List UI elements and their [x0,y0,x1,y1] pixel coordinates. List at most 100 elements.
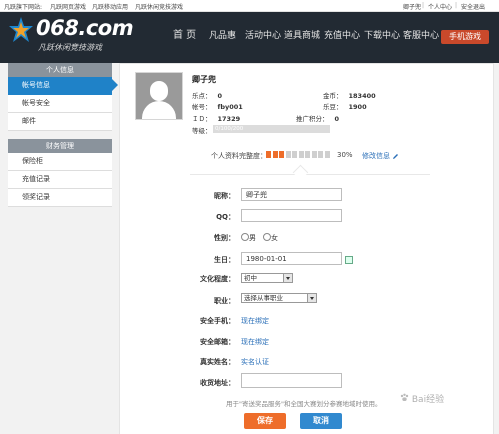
save-button[interactable]: 保存 [244,413,286,429]
logo-star-icon [9,17,33,42]
top-separator: | [422,2,425,9]
id-value: 17329 [217,115,241,123]
promo-info: 推广积分： 0 [296,113,339,123]
sidebar-section-personal: 个人信息 [8,63,112,77]
mobile-games-button[interactable]: 手机游戏 [441,30,489,44]
sidebar-section-finance: 财务管理 [8,139,112,153]
pencil-icon [393,153,399,159]
qq-label: QQ： [216,213,235,221]
nav-item-mall[interactable]: 道具商城 [284,25,320,47]
cancel-button[interactable]: 取消 [300,413,342,429]
completion-block [298,151,304,158]
profile-username: 卿子兜 [192,75,216,84]
gender-female-label: 女 [271,234,278,242]
chevron-down-icon [283,274,292,282]
gold-label: 金币： [323,92,343,100]
paw-icon [400,393,409,401]
sidebar: 个人信息 帐号信息 帐号安全 邮件 财务管理 保险柜 充值记录 领奖记录 [8,63,118,433]
email-label: 安全邮箱： [200,338,235,346]
gender-label: 性别： [214,234,235,242]
address-label: 收货地址： [200,379,235,387]
gender-female-radio[interactable] [263,233,271,241]
education-label: 文化程度： [200,275,235,283]
lepoint-value: 0 [217,92,223,100]
completion-block [311,151,317,158]
bind-email-link[interactable]: 现在绑定 [241,337,269,347]
top-link-user[interactable]: 卿子兜 [403,2,421,11]
account-info: 帐号： fby001 [192,101,243,111]
ledou-value: 1900 [348,103,367,111]
nickname-input[interactable]: 卿子兜 [241,188,342,201]
logo-text: 068.com [36,16,134,40]
completion-block [324,151,330,158]
address-note: 用于"寄送奖品服务"和全国大赛划分参赛地域时使用。 [226,400,382,408]
job-label: 职业： [214,297,235,305]
bind-phone-link[interactable]: 现在绑定 [241,316,269,326]
completion-block [266,151,271,158]
nav-fanpinhui[interactable]: 凡品惠 [209,25,236,47]
level-value: 0/100/200 [215,126,244,132]
watermark-text: Bai经验 [411,395,445,405]
nav-download[interactable]: 下载中心 [364,25,400,47]
ledou-label: 乐豆： [323,103,343,111]
top-link-webgame[interactable]: 凡跃网页游戏 [50,2,86,11]
top-links-bar: 凡跃旗下网站: 凡跃网页游戏 凡跃移动应用 凡跃休闲竞技游戏 卿子兜 | 个人中… [0,0,499,12]
avatar-head [150,81,168,101]
section-divider [190,174,430,175]
completion-block [272,151,278,158]
education-value: 初中 [244,274,257,282]
completion-percent: 30% [337,151,353,159]
top-link-mobile[interactable]: 凡跃移动应用 [92,2,128,11]
watermark-logo: Bai经验 [400,392,444,405]
lepoint-label: 乐点： [192,92,212,100]
sidebar-item-recharge-records[interactable]: 充值记录 [8,171,112,189]
calendar-icon[interactable] [345,256,353,264]
ledou-info: 乐豆： 1900 [323,101,367,111]
sidebar-gap [8,131,112,139]
sidebar-item-mail[interactable]: 邮件 [8,113,112,131]
promo-label: 推广积分： [296,115,329,123]
address-input[interactable] [241,373,342,388]
nav-home[interactable]: 首 页 [173,25,196,47]
education-select[interactable]: 初中 [241,273,293,283]
top-link-logout[interactable]: 安全退出 [461,2,485,11]
nav-events[interactable]: 活动中心 [245,25,281,47]
job-select[interactable]: 选择从事职业 [241,293,317,303]
realname-verify-link[interactable]: 实名认证 [241,357,269,367]
completion-block [292,151,297,158]
sidebar-item-prize-records[interactable]: 领奖记录 [8,189,112,207]
account-value: fby001 [217,103,243,111]
sidebar-item-account-info[interactable]: 帐号信息 [8,77,118,95]
completion-block [285,151,291,158]
edit-info-label: 修改信息 [362,152,390,160]
logo-subtitle: 凡跃休闲竞技游戏 [38,43,102,52]
realname-label: 真实姓名： [200,358,235,366]
top-link-casual[interactable]: 凡跃休闲竞技游戏 [135,2,183,11]
completion-block [279,151,284,158]
lepoint-info: 乐点： 0 [192,90,222,100]
gender-male-radio[interactable] [241,233,249,241]
site-logo[interactable]: 068.com 凡跃休闲竞技游戏 [8,16,134,56]
gold-info: 金币： 183400 [323,90,376,100]
edit-info-link[interactable]: 修改信息 [362,151,399,161]
birthday-label: 生日： [214,256,235,264]
phone-label: 安全手机： [200,317,235,325]
sidebar-item-account-security[interactable]: 帐号安全 [8,95,112,113]
top-link-sites-label: 凡跃旗下网站: [4,4,43,11]
completion-block [305,151,310,158]
qq-input[interactable] [241,209,342,222]
birthday-input[interactable]: 1980-01-01 [241,252,342,265]
level-progress-bar: 0/100/200 [213,125,330,133]
completion-block [318,151,323,158]
promo-value: 0 [334,115,340,123]
job-value: 选择从事职业 [244,294,283,302]
top-link-user-center[interactable]: 个人中心 [428,2,452,11]
top-separator: | [455,2,458,9]
nav-support[interactable]: 客服中心 [403,25,439,47]
sidebar-item-safe[interactable]: 保险柜 [8,153,112,171]
nickname-label: 昵称： [214,192,235,200]
nav-recharge[interactable]: 充值中心 [324,25,360,47]
id-info: ＩＤ： 17329 [192,113,240,123]
user-avatar[interactable] [135,72,183,120]
account-label: 帐号： [192,103,212,111]
